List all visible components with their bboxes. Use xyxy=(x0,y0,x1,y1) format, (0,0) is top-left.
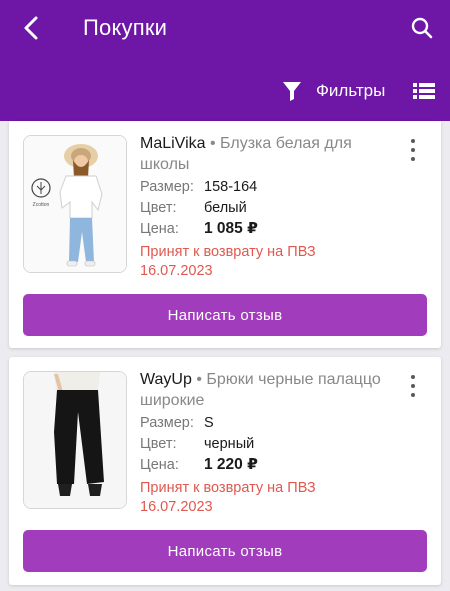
more-options-button[interactable] xyxy=(401,137,425,163)
brand-name: WayUp xyxy=(140,371,192,388)
product-image[interactable] xyxy=(23,371,127,509)
return-status-date: 16.07.2023 xyxy=(140,263,213,279)
back-arrow-icon xyxy=(24,16,38,40)
order-card: WayUp • Брюки черные палаццо широкие Раз… xyxy=(9,357,441,585)
write-review-button[interactable]: Написать отзыв xyxy=(23,294,427,336)
dot-icon xyxy=(411,393,415,397)
price-value: 1 085 ₽ xyxy=(204,220,258,237)
separator-dot: • xyxy=(196,371,202,388)
app-bar: Покупки Фильтры xyxy=(0,0,450,121)
color-label: Цвет: xyxy=(140,436,177,452)
product-title[interactable]: MaLiVika • Блузка белая для школы xyxy=(140,133,388,175)
separator-dot: • xyxy=(209,135,216,152)
product-title[interactable]: WayUp • Брюки черные палаццо широкие xyxy=(140,369,388,411)
write-review-button[interactable]: Написать отзыв xyxy=(23,530,427,572)
blouse-photo: Zcotton xyxy=(24,136,126,272)
dot-icon xyxy=(411,375,415,379)
return-status-date: 16.07.2023 xyxy=(140,499,213,515)
size-value: S xyxy=(204,415,214,431)
page-title: Покупки xyxy=(83,15,168,40)
product-image[interactable]: Zcotton xyxy=(23,135,127,273)
color-value: белый xyxy=(204,200,247,216)
dot-icon xyxy=(411,148,415,152)
dot-icon xyxy=(411,139,415,143)
price-label: Цена: xyxy=(140,457,179,473)
dot-icon xyxy=(411,384,415,388)
return-status-text: Принят к возврату на ПВЗ xyxy=(140,480,316,496)
return-status-text: Принят к возврату на ПВЗ xyxy=(140,244,316,260)
color-label: Цвет: xyxy=(140,200,177,216)
back-button[interactable] xyxy=(14,10,50,46)
size-value: 158-164 xyxy=(204,179,258,195)
filters-label: Фильтры xyxy=(316,81,386,100)
brand-name: MaLiVika xyxy=(140,135,206,152)
size-label: Размер: xyxy=(140,179,194,195)
list-view-button[interactable] xyxy=(408,76,440,106)
size-label: Размер: xyxy=(140,415,194,431)
order-card: Zcotton MaLiVika • Блузка белая для школ… xyxy=(9,121,441,348)
brand-logo-text: Zcotton xyxy=(33,202,50,208)
list-view-icon xyxy=(413,83,435,99)
price-label: Цена: xyxy=(140,221,179,237)
search-icon xyxy=(411,17,433,39)
more-options-button[interactable] xyxy=(401,373,425,399)
trousers-photo xyxy=(24,372,126,508)
color-value: черный xyxy=(204,436,255,452)
funnel-icon xyxy=(283,82,301,101)
dot-icon xyxy=(411,157,415,161)
search-button[interactable] xyxy=(404,10,440,46)
price-value: 1 220 ₽ xyxy=(204,456,258,473)
filters-button[interactable]: Фильтры xyxy=(280,76,385,106)
